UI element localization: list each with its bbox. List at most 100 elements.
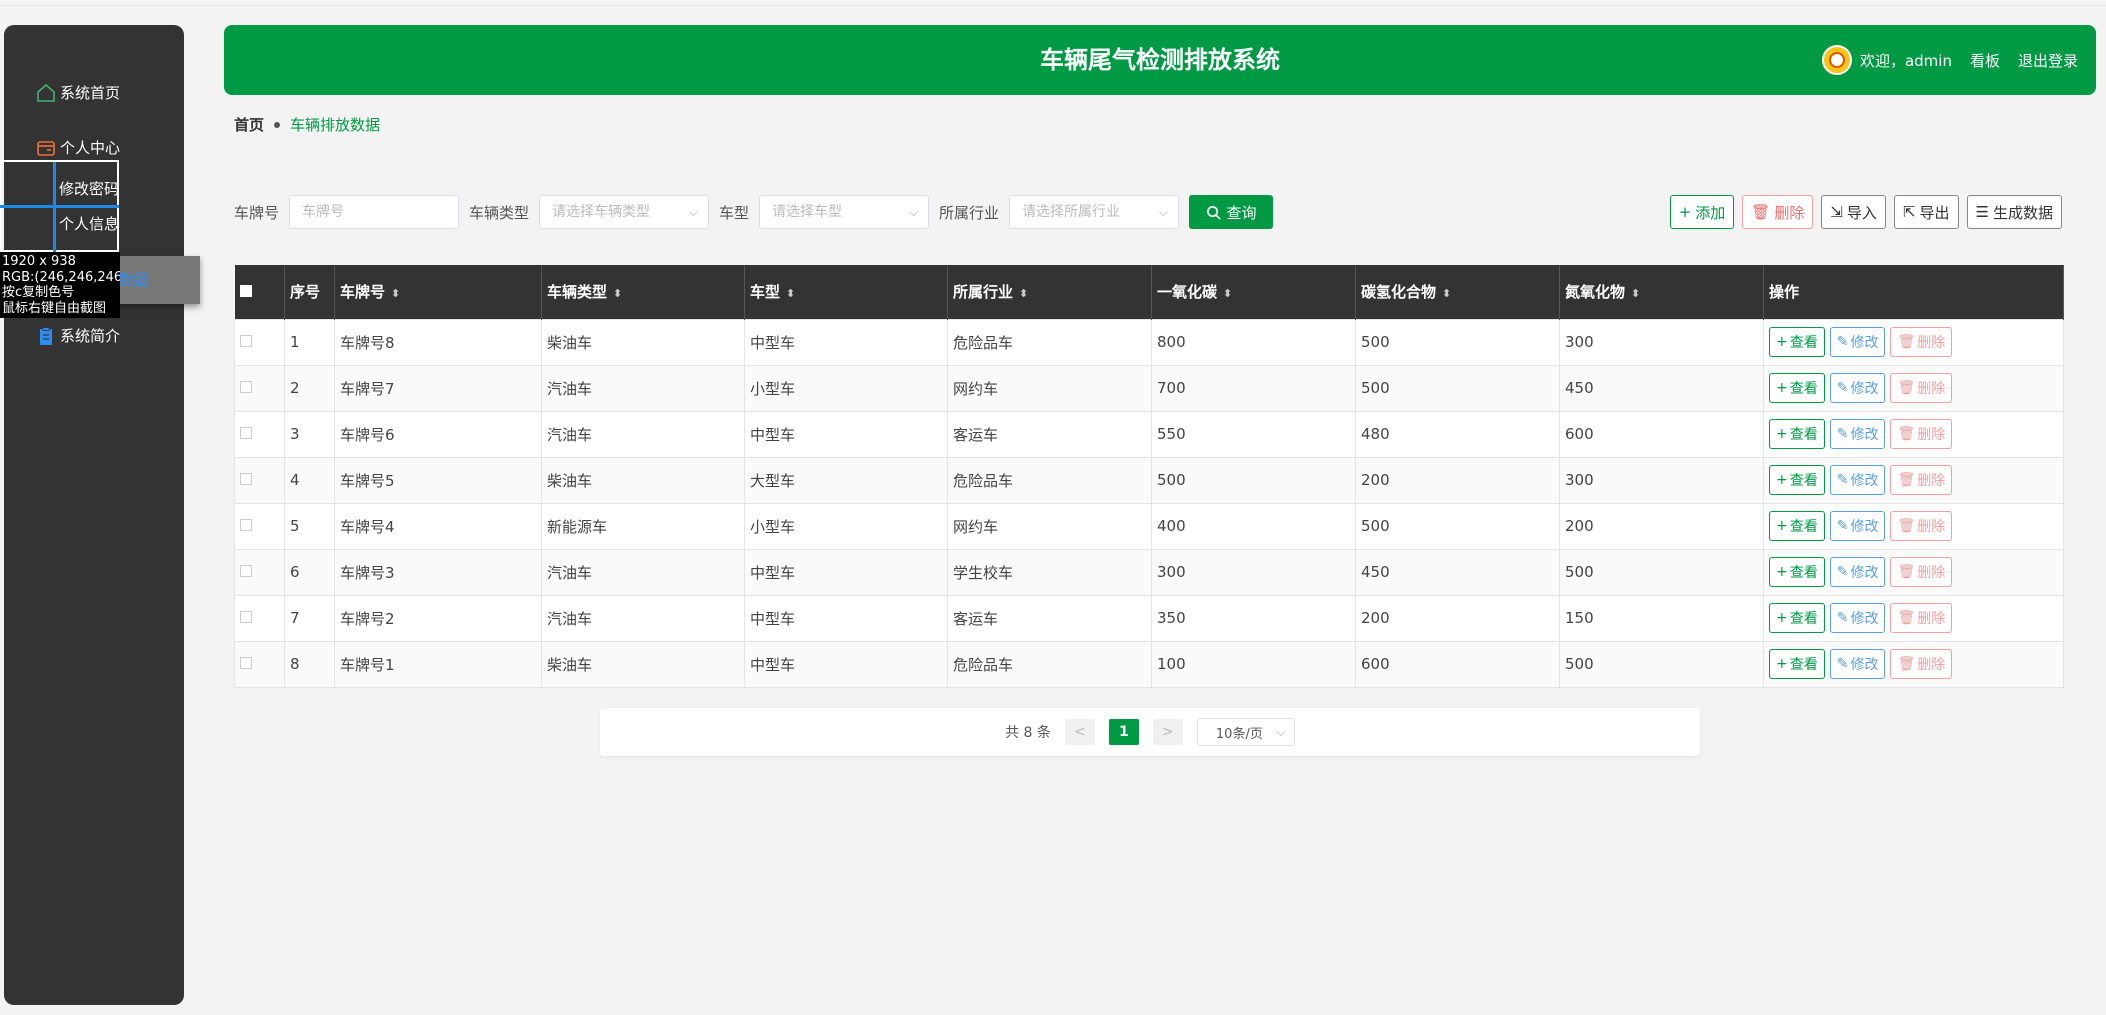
sidebar-item-label: 系统首页 bbox=[60, 84, 121, 102]
delete-button[interactable]: 🗑 删除 bbox=[1890, 327, 1953, 357]
import-button[interactable]: ⇲ 导入 bbox=[1821, 195, 1886, 229]
row-checkbox[interactable] bbox=[240, 427, 252, 439]
view-label: 查看 bbox=[1789, 427, 1818, 443]
row-checkbox[interactable] bbox=[240, 335, 252, 347]
wallet-icon bbox=[37, 140, 55, 156]
dashboard-link[interactable]: 看板 bbox=[1970, 50, 2000, 71]
header-plate[interactable]: 车牌号 ⬍ bbox=[334, 265, 542, 319]
cell-model: 小型车 bbox=[744, 364, 948, 412]
delete-button[interactable]: 🗑 删除 bbox=[1890, 465, 1953, 495]
industry-select[interactable]: 请选择所属行业 ⌵ bbox=[1009, 195, 1180, 229]
edit-button[interactable]: ✎ 修改 bbox=[1829, 603, 1886, 633]
plate-input[interactable]: 车牌号 bbox=[289, 195, 460, 229]
edit-button[interactable]: ✎ 修改 bbox=[1829, 511, 1886, 541]
delete-button[interactable]: 🗑 删除 bbox=[1890, 511, 1953, 541]
delete-label: 删除 bbox=[1917, 335, 1946, 351]
row-select-cell[interactable] bbox=[234, 364, 285, 412]
sidebar-item-label: 数据 bbox=[118, 271, 149, 289]
header-nox[interactable]: 氮氧化物 ⬍ bbox=[1559, 265, 1764, 319]
header-hc[interactable]: 碳氢化合物 ⬍ bbox=[1355, 265, 1560, 319]
export-button[interactable]: ⇱ 导出 bbox=[1893, 195, 1959, 229]
row-checkbox[interactable] bbox=[240, 657, 252, 669]
delete-button[interactable]: 🗑 删除 bbox=[1890, 373, 1953, 403]
header-co[interactable]: 一氧化碳 ⬍ bbox=[1151, 265, 1356, 319]
cell-nox: 150 bbox=[1559, 594, 1764, 642]
edit-button[interactable]: ✎ 修改 bbox=[1829, 419, 1886, 449]
row-select-cell[interactable] bbox=[234, 640, 285, 688]
edit-button[interactable]: ✎ 修改 bbox=[1829, 649, 1886, 679]
generate-data-button[interactable]: ☰ 生成数据 bbox=[1966, 195, 2062, 229]
page-size-select[interactable]: 10条/页 ⌵ bbox=[1196, 718, 1295, 746]
row-checkbox[interactable] bbox=[240, 565, 252, 577]
cell-co: 400 bbox=[1151, 502, 1356, 550]
trash-icon: 🗑 bbox=[1897, 380, 1916, 396]
emission-table: 序号 车牌号 ⬍ 车辆类型 ⬍ 车型 ⬍ 所属行业 ⬍ 一氧化碳 ⬍ 碳氢化合物 ⬍ 氮氧化… bbox=[234, 265, 2064, 688]
sidebar-item-profile-center[interactable]: 个人中心 bbox=[36, 137, 120, 158]
row-checkbox[interactable] bbox=[240, 473, 252, 485]
delete-label: 删除 bbox=[1774, 203, 1805, 222]
page-button-current[interactable]: 1 bbox=[1108, 719, 1139, 745]
row-select-cell[interactable] bbox=[234, 410, 285, 458]
sort-icon[interactable]: ⬍ bbox=[613, 287, 622, 300]
cell-vehicle-type: 柴油车 bbox=[541, 640, 745, 688]
view-button[interactable]: + 查看 bbox=[1769, 419, 1825, 449]
sort-icon[interactable]: ⬍ bbox=[1631, 287, 1640, 300]
cell-nox: 300 bbox=[1559, 318, 1764, 366]
select-all-cell[interactable] bbox=[234, 265, 285, 319]
delete-button[interactable]: 🗑 删除 bbox=[1890, 603, 1953, 633]
sort-icon[interactable]: ⬍ bbox=[1019, 287, 1028, 300]
cell-industry: 网约车 bbox=[947, 364, 1152, 412]
sidebar-item-system-intro[interactable]: 系统简介 bbox=[36, 325, 120, 346]
view-button[interactable]: + 查看 bbox=[1769, 327, 1825, 357]
row-select-cell[interactable] bbox=[234, 502, 285, 550]
plus-icon: + bbox=[1776, 610, 1788, 626]
trash-icon: 🗑 bbox=[1897, 564, 1916, 580]
view-button[interactable]: + 查看 bbox=[1769, 649, 1825, 679]
select-all-checkbox[interactable] bbox=[239, 284, 252, 297]
row-select-cell[interactable] bbox=[234, 548, 285, 596]
breadcrumb-home[interactable]: 首页 bbox=[234, 114, 264, 135]
capture-right-click-hint: 鼠标右键自由截图 bbox=[2, 300, 107, 316]
sort-icon[interactable]: ⬍ bbox=[1223, 287, 1232, 300]
view-button[interactable]: + 查看 bbox=[1769, 557, 1825, 587]
header-model[interactable]: 车型 ⬍ bbox=[744, 265, 948, 319]
view-button[interactable]: + 查看 bbox=[1769, 603, 1825, 633]
next-page-button[interactable]: > bbox=[1152, 719, 1183, 745]
view-button[interactable]: + 查看 bbox=[1769, 373, 1825, 403]
row-select-cell[interactable] bbox=[234, 318, 285, 366]
sort-icon[interactable]: ⬍ bbox=[1442, 287, 1451, 300]
logout-link[interactable]: 退出登录 bbox=[2018, 50, 2078, 71]
view-label: 查看 bbox=[1789, 657, 1818, 673]
plus-icon: + bbox=[1776, 518, 1788, 534]
edit-button[interactable]: ✎ 修改 bbox=[1829, 557, 1886, 587]
row-select-cell[interactable] bbox=[234, 594, 285, 642]
model-select[interactable]: 请选择车型 ⌵ bbox=[759, 195, 930, 229]
row-select-cell[interactable] bbox=[234, 456, 285, 504]
import-icon: ⇲ bbox=[1830, 203, 1843, 221]
query-button[interactable]: 查询 bbox=[1189, 195, 1274, 229]
view-button[interactable]: + 查看 bbox=[1769, 465, 1825, 495]
edit-button[interactable]: ✎ 修改 bbox=[1829, 465, 1886, 495]
row-checkbox[interactable] bbox=[240, 519, 252, 531]
row-checkbox[interactable] bbox=[240, 611, 252, 623]
chevron-down-icon: ⌵ bbox=[908, 205, 919, 219]
sort-icon[interactable]: ⬍ bbox=[786, 287, 795, 300]
add-button[interactable]: + 添加 bbox=[1669, 195, 1735, 229]
cell-plate: 车牌号5 bbox=[334, 456, 542, 504]
edit-button[interactable]: ✎ 修改 bbox=[1829, 327, 1886, 357]
edit-button[interactable]: ✎ 修改 bbox=[1829, 373, 1886, 403]
delete-button[interactable]: 🗑 删除 bbox=[1890, 649, 1953, 679]
prev-page-button[interactable]: < bbox=[1064, 719, 1095, 745]
batch-delete-button[interactable]: 🗑 删除 bbox=[1742, 195, 1814, 229]
row-checkbox[interactable] bbox=[240, 381, 252, 393]
vehicle-type-select[interactable]: 请选择车辆类型 ⌵ bbox=[539, 195, 710, 229]
delete-button[interactable]: 🗑 删除 bbox=[1890, 557, 1953, 587]
sort-icon[interactable]: ⬍ bbox=[391, 287, 400, 300]
industry-placeholder: 请选择所属行业 bbox=[1022, 204, 1121, 220]
header-vehicle-type[interactable]: 车辆类型 ⬍ bbox=[541, 265, 745, 319]
header-industry[interactable]: 所属行业 ⬍ bbox=[947, 265, 1152, 319]
delete-button[interactable]: 🗑 删除 bbox=[1890, 419, 1953, 449]
sidebar-item-home[interactable]: 系统首页 bbox=[36, 82, 120, 103]
cell-index: 7 bbox=[284, 594, 335, 642]
view-button[interactable]: + 查看 bbox=[1769, 511, 1825, 541]
